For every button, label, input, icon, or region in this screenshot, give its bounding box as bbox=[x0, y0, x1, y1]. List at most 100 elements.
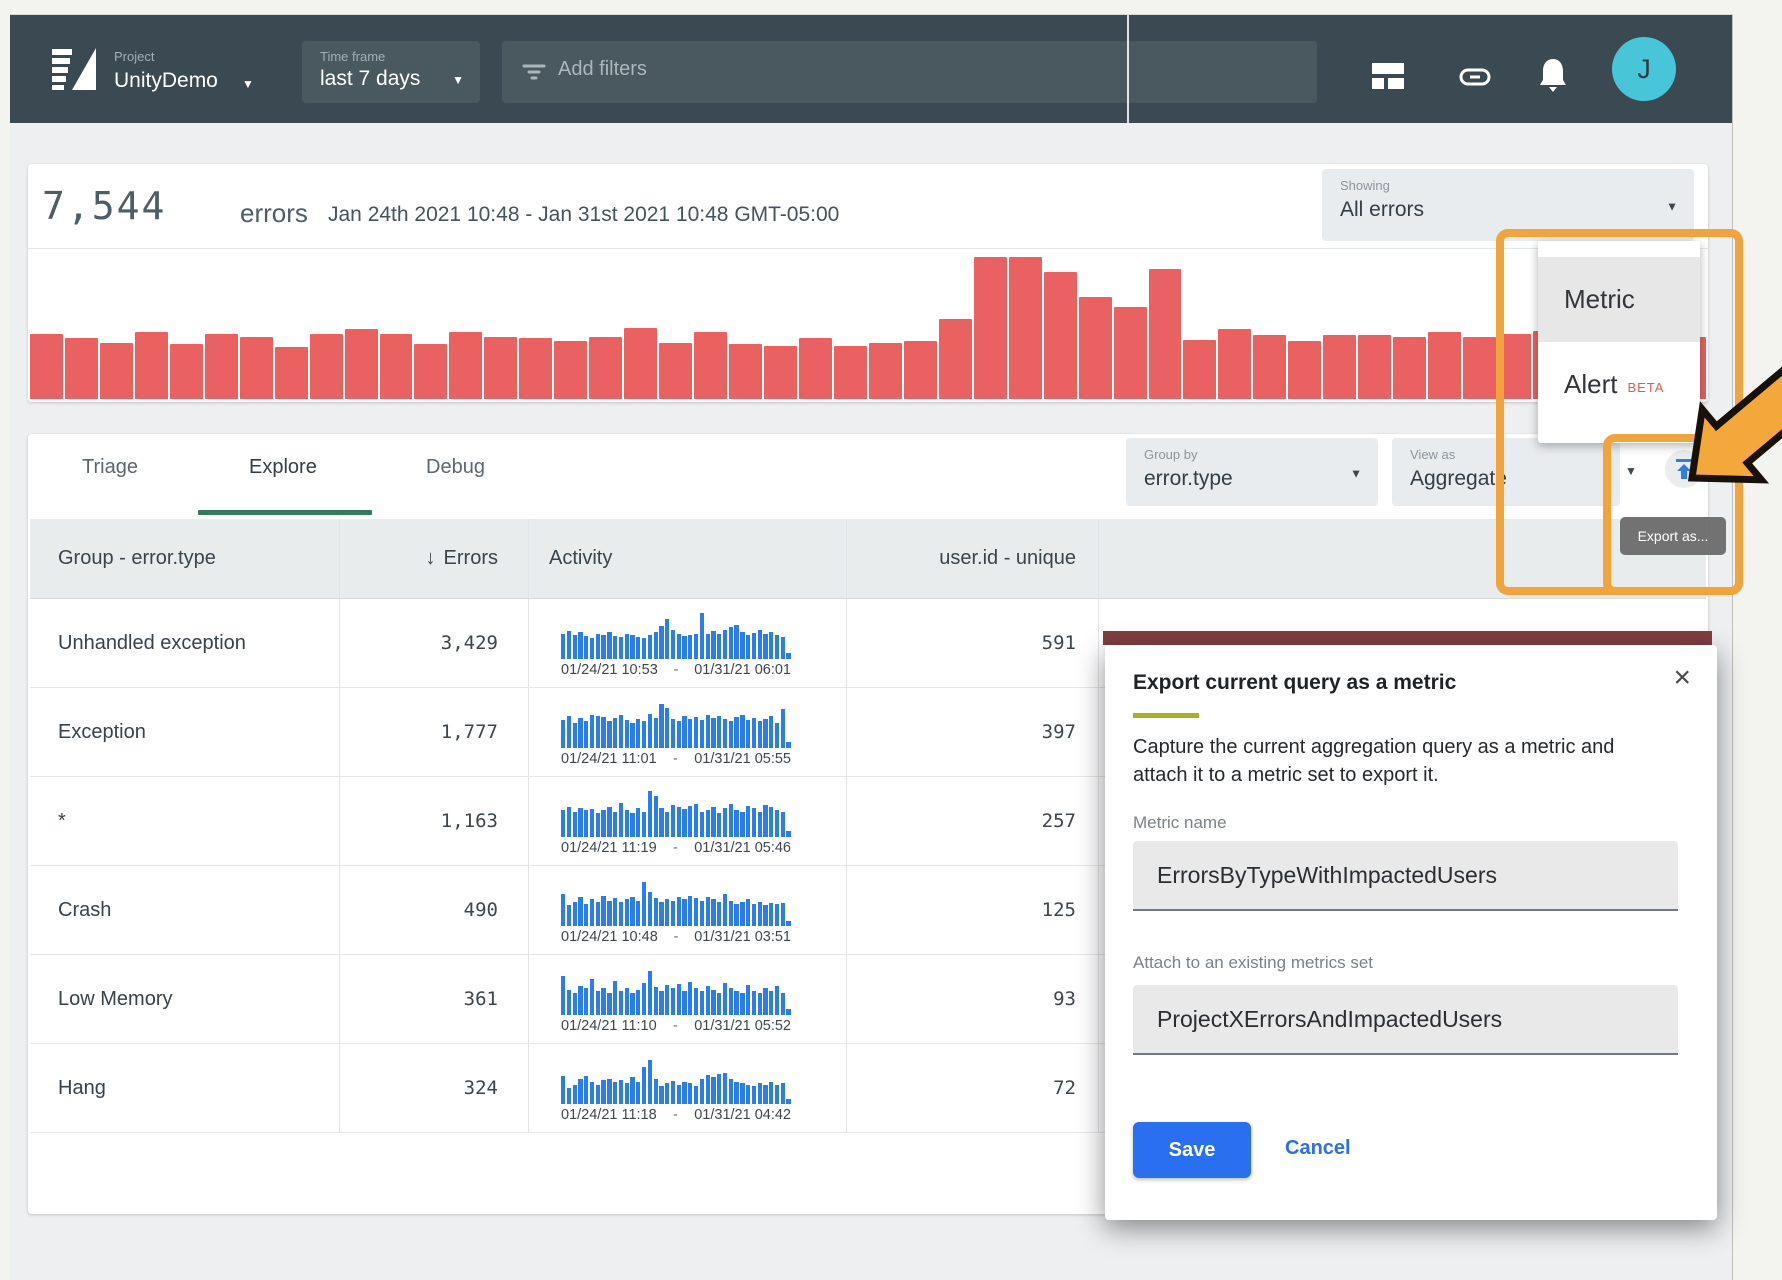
header-errors[interactable]: ↓Errors bbox=[339, 519, 528, 598]
occluded-chart-strip bbox=[1103, 631, 1712, 645]
histogram-bar[interactable] bbox=[205, 334, 238, 399]
histogram-bar[interactable] bbox=[1393, 337, 1426, 399]
sparkline-bar bbox=[590, 638, 594, 659]
sparkline-bar bbox=[682, 716, 686, 748]
sparkline-bar bbox=[584, 988, 588, 1015]
sparkline-bar bbox=[706, 715, 710, 748]
histogram-bar[interactable] bbox=[1009, 257, 1042, 399]
histogram-bar[interactable] bbox=[1183, 340, 1216, 399]
histogram-bar[interactable] bbox=[240, 337, 273, 399]
histogram-bar[interactable] bbox=[1079, 297, 1112, 399]
header-users[interactable]: user.id - unique bbox=[846, 519, 1098, 598]
sparkline-bar bbox=[781, 812, 785, 837]
histogram-bar[interactable] bbox=[310, 334, 343, 399]
sparkline-bar bbox=[567, 807, 571, 837]
cancel-button[interactable]: Cancel bbox=[1285, 1137, 1351, 1160]
menu-item-alert[interactable]: Alert BETA bbox=[1538, 342, 1700, 427]
histogram-bar[interactable] bbox=[834, 346, 867, 399]
export-button[interactable] bbox=[1665, 450, 1703, 488]
save-button[interactable]: Save bbox=[1133, 1122, 1251, 1178]
modal-accent-bar bbox=[1133, 713, 1199, 718]
header-group[interactable]: Group - error.type bbox=[30, 519, 339, 598]
histogram-bar[interactable] bbox=[974, 257, 1007, 399]
notifications-bell-icon[interactable] bbox=[1538, 57, 1568, 93]
histogram-bar[interactable] bbox=[1044, 272, 1077, 399]
header-activity[interactable]: Activity bbox=[528, 519, 846, 598]
histogram-bar[interactable] bbox=[519, 338, 552, 399]
histogram-bar[interactable] bbox=[135, 332, 168, 399]
project-caret-icon[interactable]: ▼ bbox=[242, 77, 254, 91]
histogram-bar[interactable] bbox=[275, 347, 308, 399]
sparkline-bar bbox=[578, 986, 582, 1015]
histogram-bar[interactable] bbox=[100, 343, 133, 399]
sparkline-bar bbox=[740, 1083, 744, 1104]
sparkline-bar bbox=[769, 807, 773, 837]
sparkline-bar bbox=[578, 808, 582, 837]
histogram-bar[interactable] bbox=[1463, 337, 1496, 399]
users-count-cell: 125 bbox=[846, 866, 1098, 954]
sparkline-bar bbox=[596, 634, 600, 659]
histogram-bar[interactable] bbox=[380, 334, 413, 399]
histogram-bar[interactable] bbox=[30, 334, 63, 399]
histogram-bar[interactable] bbox=[659, 343, 692, 399]
tab-triage[interactable]: Triage bbox=[82, 456, 138, 479]
sparkline-bar bbox=[706, 986, 710, 1015]
group-by-select[interactable]: Group by error.type ▼ bbox=[1126, 438, 1378, 506]
dashboard-layout-icon[interactable] bbox=[1370, 61, 1406, 91]
sparkline-bar bbox=[758, 1083, 762, 1104]
sparkline-bar bbox=[758, 993, 762, 1015]
sparkline-bar bbox=[665, 708, 669, 748]
activity-sparkline bbox=[561, 969, 791, 1015]
histogram-bar[interactable] bbox=[1218, 329, 1251, 399]
view-as-select[interactable]: View as Aggregate bbox=[1392, 438, 1620, 506]
histogram-bar[interactable] bbox=[1428, 332, 1461, 399]
histogram-bar[interactable] bbox=[694, 332, 727, 399]
histogram-bar[interactable] bbox=[1114, 307, 1147, 399]
histogram-bar[interactable] bbox=[449, 332, 482, 399]
sparkline-bar bbox=[636, 990, 640, 1015]
histogram-bar[interactable] bbox=[1149, 269, 1182, 399]
tab-debug[interactable]: Debug bbox=[426, 456, 485, 479]
histogram-bar[interactable] bbox=[1498, 334, 1531, 399]
sparkline-bar bbox=[677, 807, 681, 837]
sparkline-bar bbox=[601, 635, 605, 659]
backtrace-logo-icon[interactable] bbox=[50, 45, 98, 93]
showing-select[interactable]: Showing All errors ▼ bbox=[1322, 169, 1694, 241]
histogram-bar[interactable] bbox=[589, 337, 622, 399]
view-as-caret-icon[interactable]: ▼ bbox=[1625, 464, 1637, 478]
histogram-bar[interactable] bbox=[904, 341, 937, 399]
histogram-bar[interactable] bbox=[484, 337, 517, 399]
histogram-bar[interactable] bbox=[869, 343, 902, 399]
filter-bar[interactable]: Add filters bbox=[502, 41, 1317, 103]
tab-explore[interactable]: Explore bbox=[249, 456, 317, 479]
metric-name-input[interactable] bbox=[1133, 841, 1678, 911]
histogram-bar[interactable] bbox=[1288, 341, 1321, 399]
errors-histogram[interactable] bbox=[30, 251, 1706, 399]
histogram-bar[interactable] bbox=[729, 344, 762, 399]
histogram-bar[interactable] bbox=[345, 329, 378, 399]
histogram-bar[interactable] bbox=[764, 346, 797, 399]
close-icon[interactable]: × bbox=[1673, 663, 1691, 693]
sparkline-bar bbox=[665, 1083, 669, 1104]
histogram-bar[interactable] bbox=[554, 341, 587, 399]
timeframe-select[interactable]: Time frame last 7 days ▼ bbox=[302, 41, 480, 103]
sparkline-bar bbox=[642, 721, 646, 748]
histogram-bar[interactable] bbox=[414, 344, 447, 399]
histogram-bar[interactable] bbox=[170, 344, 203, 399]
histogram-bar[interactable] bbox=[1253, 335, 1286, 399]
menu-item-metric[interactable]: Metric bbox=[1538, 257, 1700, 342]
sparkline-bar bbox=[659, 902, 663, 926]
histogram-bar[interactable] bbox=[799, 338, 832, 399]
histogram-bar[interactable] bbox=[1358, 335, 1391, 399]
sparkline-bar bbox=[677, 984, 681, 1015]
activity-cell: 01/24/21 11:18-01/31/21 04:42 bbox=[528, 1044, 846, 1132]
user-avatar[interactable]: J bbox=[1612, 37, 1676, 101]
attach-set-input[interactable] bbox=[1133, 985, 1678, 1055]
sparkline-bar bbox=[590, 1082, 594, 1104]
project-value[interactable]: UnityDemo bbox=[114, 69, 218, 93]
histogram-bar[interactable] bbox=[939, 319, 972, 399]
histogram-bar[interactable] bbox=[65, 338, 98, 399]
share-link-icon[interactable] bbox=[1458, 65, 1492, 89]
histogram-bar[interactable] bbox=[1323, 335, 1356, 399]
histogram-bar[interactable] bbox=[624, 328, 657, 399]
